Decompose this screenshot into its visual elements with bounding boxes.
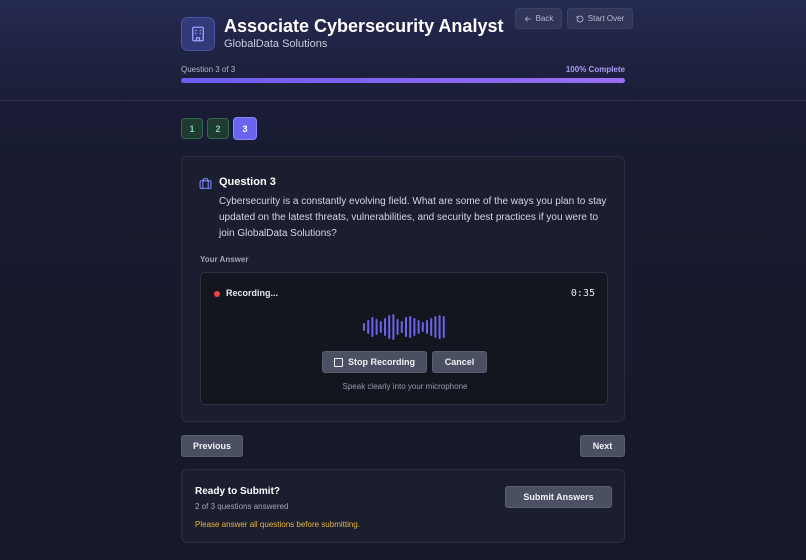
header: Associate Cybersecurity Analyst GlobalDa… bbox=[0, 0, 806, 101]
waveform-bar bbox=[438, 315, 441, 339]
waveform-bar bbox=[409, 316, 412, 338]
start-over-label: Start Over bbox=[587, 14, 625, 23]
previous-label: Previous bbox=[192, 441, 232, 451]
stop-square-icon bbox=[334, 357, 343, 367]
progress-fill bbox=[181, 78, 625, 83]
cancel-label: Cancel bbox=[444, 357, 475, 367]
company-name: GlobalData Solutions bbox=[224, 38, 328, 50]
question-nav-2[interactable]: 2 bbox=[207, 118, 229, 139]
answered-count: 2 of 3 questions answered bbox=[195, 502, 289, 511]
waveform-bar bbox=[405, 317, 407, 337]
previous-button[interactable]: Previous bbox=[181, 435, 243, 457]
briefcase-icon bbox=[199, 177, 212, 195]
progress-percent: 100% Complete bbox=[565, 65, 625, 74]
waveform-bar bbox=[426, 320, 428, 334]
waveform-bar bbox=[371, 317, 374, 337]
submit-answers-label: Submit Answers bbox=[523, 492, 594, 502]
answer-label: Your Answer bbox=[200, 255, 249, 264]
waveform-bar bbox=[392, 314, 395, 340]
question-nav-3[interactable]: 3 bbox=[233, 117, 257, 140]
question-title: Question 3 bbox=[219, 176, 276, 188]
recording-indicator-icon bbox=[214, 291, 220, 297]
company-building-icon bbox=[181, 17, 215, 51]
submit-answers-button[interactable]: Submit Answers bbox=[505, 486, 612, 508]
next-button[interactable]: Next bbox=[580, 435, 625, 457]
back-button[interactable]: Back bbox=[515, 8, 562, 29]
submit-card: Ready to Submit? 2 of 3 questions answer… bbox=[181, 469, 625, 543]
waveform-bar bbox=[379, 321, 382, 333]
cancel-button[interactable]: Cancel bbox=[432, 351, 487, 373]
waveform-bar bbox=[413, 318, 416, 336]
question-text: Cybersecurity is a constantly evolving f… bbox=[219, 196, 607, 239]
waveform-bar bbox=[388, 315, 391, 339]
waveform-bar bbox=[434, 316, 437, 338]
question-nav-1[interactable]: 1 bbox=[181, 118, 203, 139]
waveform-bar bbox=[421, 322, 424, 332]
waveform-bar bbox=[375, 319, 378, 335]
submit-warning: Please answer all questions before submi… bbox=[195, 520, 360, 529]
submit-title: Ready to Submit? bbox=[195, 486, 281, 497]
waveform-bar bbox=[442, 316, 445, 338]
waveform-bar bbox=[417, 320, 420, 334]
waveform-bar bbox=[396, 319, 399, 335]
audio-waveform bbox=[363, 314, 445, 340]
restart-icon bbox=[576, 15, 584, 22]
arrow-left-icon bbox=[524, 16, 531, 21]
waveform-bar bbox=[367, 320, 370, 334]
question-navigator: 123 bbox=[181, 117, 257, 140]
question-card: Question 3 Cybersecurity is a constantly… bbox=[181, 156, 625, 422]
recording-status: Recording... bbox=[226, 288, 279, 298]
stop-recording-button[interactable]: Stop Recording bbox=[322, 351, 427, 373]
next-label: Next bbox=[592, 441, 613, 451]
job-title: Associate Cybersecurity Analyst bbox=[224, 16, 504, 36]
recording-panel: Recording... 0:35 Stop Recording Cancel … bbox=[200, 272, 608, 405]
progress-bar bbox=[181, 78, 625, 83]
waveform-bar bbox=[400, 321, 403, 333]
recording-timer: 0:35 bbox=[570, 288, 595, 299]
waveform-bar bbox=[384, 318, 386, 336]
recording-hint: Speak clearly into your microphone bbox=[342, 382, 468, 391]
waveform-bar bbox=[363, 323, 365, 331]
back-label: Back bbox=[535, 14, 554, 23]
waveform-bar bbox=[430, 318, 433, 336]
stop-recording-label: Stop Recording bbox=[348, 357, 415, 367]
progress-label: Question 3 of 3 bbox=[181, 65, 236, 74]
start-over-button[interactable]: Start Over bbox=[567, 8, 633, 29]
